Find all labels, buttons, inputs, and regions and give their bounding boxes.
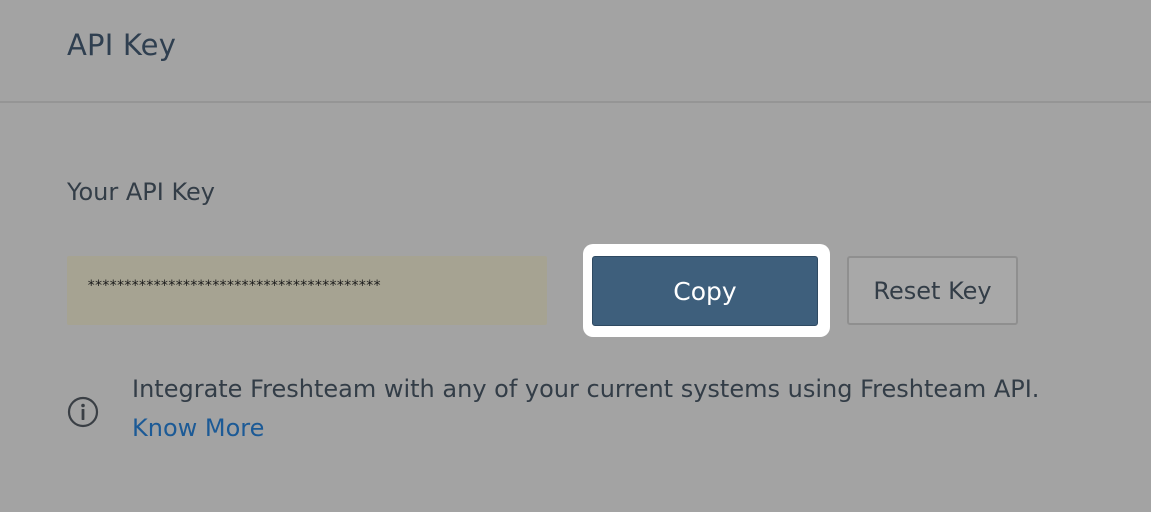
api-key-label: Your API Key xyxy=(67,178,215,206)
know-more-link[interactable]: Know More xyxy=(132,414,264,442)
copy-button[interactable]: Copy xyxy=(592,256,818,326)
api-key-value: **************************************** xyxy=(87,278,381,294)
info-icon xyxy=(67,396,99,428)
reset-key-button[interactable]: Reset Key xyxy=(847,256,1018,325)
section-header: API Key xyxy=(0,0,1151,103)
info-text: Integrate Freshteam with any of your cur… xyxy=(132,375,1040,403)
page-title: API Key xyxy=(67,28,177,62)
api-key-field[interactable]: **************************************** xyxy=(67,256,547,325)
